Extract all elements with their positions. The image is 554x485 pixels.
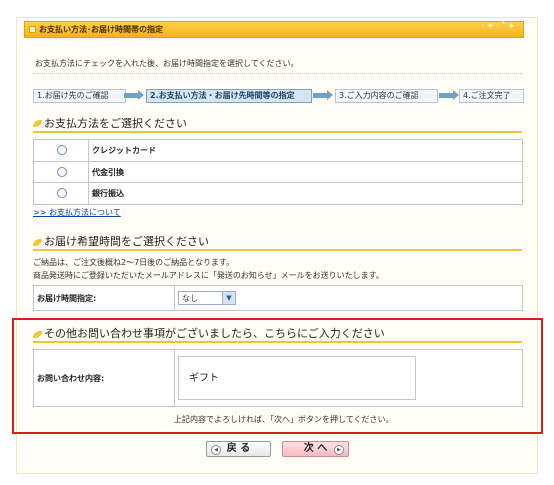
delivery-time-label: お届け時間指定: <box>37 294 97 303</box>
inquiry-section-title: その他お問い合わせ事項がございましたら、こちらにご入力ください <box>44 327 385 340</box>
step-4: 4.ご注文完了 <box>459 89 524 103</box>
next-button[interactable]: 次 へ ▶ <box>282 441 349 457</box>
payment-title-underline <box>33 131 522 133</box>
confirm-note: 上記内容でよろしければ、「次へ」ボタンを押してください。 <box>174 415 394 424</box>
page-title: お支払い方法･お届け時間帯の指定 <box>39 25 163 34</box>
delivery-section-title: お届け希望時間をご選択ください <box>44 235 209 248</box>
sparkle-decoration-icon: ·✦·˚✦ <box>481 22 517 32</box>
back-button[interactable]: ◀ 戻 る <box>206 441 271 457</box>
divider <box>33 73 523 74</box>
header-square-icon <box>29 26 36 33</box>
payment-section-title: お支払方法をご選択ください <box>44 117 187 130</box>
delivery-note: ご納品は、ご注文後概ね2～7日後のご納品となります。 <box>33 258 235 267</box>
payment-radio-credit-card[interactable] <box>57 145 67 155</box>
step-arrow-icon <box>124 90 144 100</box>
intro-text: お支払方法にチェックを入れた後、お届け時間指定を選択してください。 <box>35 59 299 68</box>
delivery-note: 商品発送時にご登録いただいたメールアドレスに「発送のお知らせ」メールをお送りいた… <box>33 271 384 280</box>
inquiry-label: お問い合わせ内容: <box>37 374 105 383</box>
delivery-time-value: なし <box>182 294 198 303</box>
payment-option-label: 銀行振込 <box>92 189 124 198</box>
inquiry-value: ギフト <box>189 373 219 384</box>
arrow-right-icon: ▶ <box>334 445 344 455</box>
payment-info-link[interactable]: >> お支払方法について <box>33 207 121 218</box>
payment-option-label: 代金引換 <box>92 168 124 177</box>
payment-radio-bank-transfer[interactable] <box>57 188 67 198</box>
delivery-title-underline <box>33 249 522 251</box>
arrow-left-icon: ◀ <box>211 445 221 455</box>
step-arrow-icon <box>439 90 459 100</box>
section-header-bar: お支払い方法･お届け時間帯の指定 ·✦·˚✦ <box>24 21 524 38</box>
step-2-current: 2.お支払い方法・お届け先時間等の指定 <box>146 89 312 103</box>
step-1: 1.お届け先のご確認 <box>33 89 126 103</box>
inquiry-textarea[interactable]: ギフト ⋰ <box>178 356 416 400</box>
step-arrow-icon <box>313 90 333 100</box>
payment-option-label: クレジットカード <box>92 146 156 155</box>
delivery-time-select[interactable]: なし ▼ <box>178 291 236 305</box>
resize-grip-icon[interactable]: ⋰ <box>407 391 413 398</box>
chevron-down-icon: ▼ <box>222 292 235 304</box>
payment-radio-cod[interactable] <box>57 167 67 177</box>
step-3: 3.ご入力内容のご確認 <box>335 89 438 103</box>
delivery-time-table <box>33 285 523 311</box>
inquiry-title-underline <box>33 341 522 343</box>
